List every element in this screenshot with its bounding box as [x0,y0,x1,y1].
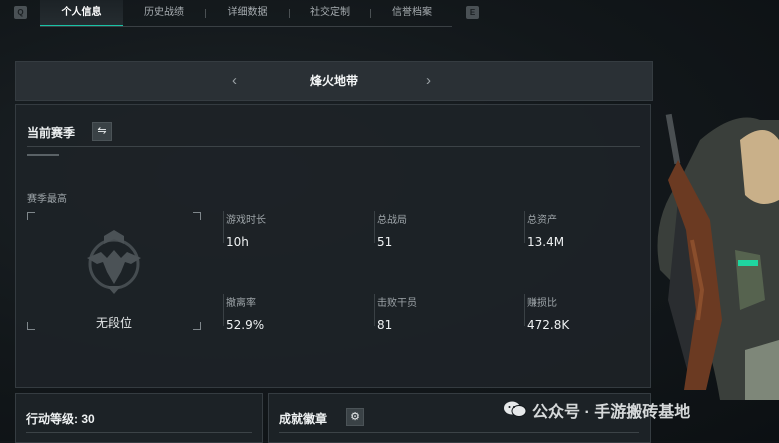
mode-title: 烽火地带 [309,74,358,88]
stat-tick [223,294,224,326]
stat-label: 总资产 [527,215,557,226]
tab-social-custom[interactable]: 社交定制 [290,0,370,26]
stat-label: 游戏时长 [226,215,266,226]
stat-total-matches: 总战局 51 [374,211,407,249]
divider [279,432,639,433]
prev-tab-key-hint[interactable]: Q [14,6,27,19]
badges-title: 成就徽章 [279,412,328,426]
tab-match-history[interactable]: 历史战绩 [123,0,205,26]
tab-detailed-data[interactable]: 详细数据 [206,0,289,26]
corner-mark [193,212,201,220]
stat-operators-defeated: 击败干员 81 [374,294,417,332]
stat-value: 13.4M [527,235,565,249]
stat-label: 赚损比 [527,298,557,309]
tab-underline [40,26,452,27]
rank-label: 无段位 [95,316,132,330]
divider-accent [27,154,59,156]
stat-value: 52.9% [226,318,265,332]
stat-value: 51 [377,235,393,249]
tab-credit-record[interactable]: 信誉档案 [371,0,453,26]
gear-icon[interactable]: ⚙ [346,408,364,426]
divider [27,146,640,147]
season-title: 当前赛季 [27,126,76,140]
stat-tick [524,294,525,326]
mode-selector: ‹ 烽火地带 › [15,61,653,101]
stat-value: 10h [226,235,249,249]
tab-personal-info[interactable]: 个人信息 [40,0,123,27]
stat-label: 击败干员 [377,298,417,309]
stat-play-time: 游戏时长 10h [223,211,266,249]
next-tab-key-hint[interactable]: E [466,6,479,19]
divider [26,432,252,433]
rank-card[interactable]: 无段位 [27,212,201,330]
swap-icon[interactable]: ⇋ [92,122,112,141]
stat-extract-rate: 撤离率 52.9% [223,294,265,332]
corner-mark [27,212,35,220]
watermark-text: 公众号 · 手游搬砖基地 [532,404,691,421]
stat-total-assets: 总资产 13.4M [524,211,565,249]
season-best-label: 赛季最高 [27,194,67,205]
stat-label: 撤离率 [226,298,256,309]
stat-value: 81 [377,318,393,332]
stat-tick [374,211,375,243]
stat-tick [374,294,375,326]
season-panel: 当前赛季 ⇋ 赛季最高 无段位 游戏时长 10h 总战局 51 总资产 13.4… [15,104,651,388]
stat-tick [223,211,224,243]
action-level-label: 行动等级: 30 [26,412,95,426]
stat-label: 总战局 [377,215,407,226]
stat-value: 472.8K [527,318,570,332]
stat-tick [524,211,525,243]
wechat-icon [504,401,527,417]
eagle-emblem-icon [87,230,141,294]
action-level-panel[interactable]: 行动等级: 30 [15,393,263,443]
stat-profit-loss-ratio: 赚损比 472.8K [524,294,570,332]
top-tab-bar: Q 个人信息 历史战绩 详细数据 社交定制 信誉档案 E [0,0,779,27]
character-art [657,113,779,400]
chevron-right-icon[interactable]: › [426,62,431,100]
